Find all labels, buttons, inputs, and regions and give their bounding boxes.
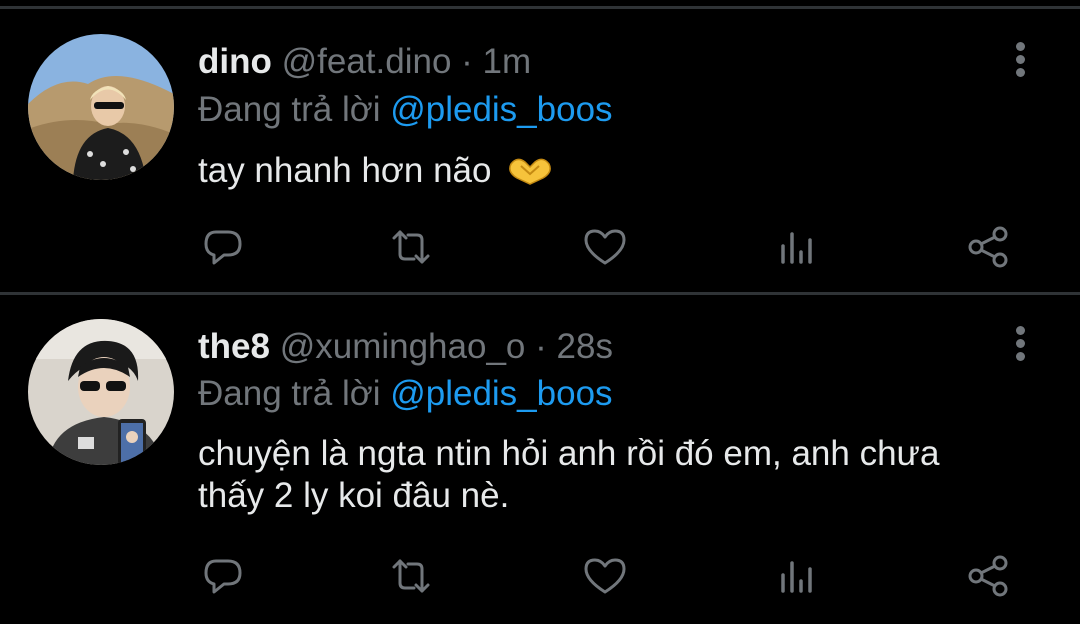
display-name[interactable]: dino [198, 42, 272, 81]
reply-prefix: Đang trả lời [198, 90, 381, 129]
reply-mention-link[interactable]: @pledis_boos [390, 90, 612, 129]
reply-mention-link[interactable]: @pledis_boos [390, 374, 612, 413]
reply-context: Đang trả lời @pledis_boos [198, 376, 613, 411]
share-icon[interactable] [964, 551, 1014, 601]
reply-prefix: Đang trả lời [198, 374, 381, 413]
more-options-icon[interactable] [1006, 42, 1036, 82]
more-options-icon[interactable] [1006, 326, 1036, 366]
display-name[interactable]: the8 [198, 327, 270, 366]
analytics-icon[interactable] [771, 222, 821, 272]
like-icon[interactable] [580, 551, 630, 601]
retweet-icon[interactable] [386, 222, 436, 272]
reply-context: Đang trả lời @pledis_boos [198, 92, 613, 127]
timestamp[interactable]: 28s [557, 327, 613, 366]
tweet-text-line: thấy 2 ly koi đâu nè. [198, 476, 510, 515]
separator: · [535, 327, 547, 366]
tweet-text-line: tay nhanh hơn não [198, 151, 492, 190]
action-bar [0, 551, 1080, 601]
tweet-text: chuyện là ngta ntin hỏi anh rồi đó em, a… [198, 433, 1048, 517]
reply-icon[interactable] [198, 551, 248, 601]
tweet-1[interactable]: dino @feat.dino · 1m Đang trả lời @pledi… [0, 0, 1080, 292]
action-bar [0, 222, 1080, 272]
avatar[interactable] [28, 319, 174, 465]
analytics-icon[interactable] [771, 551, 821, 601]
share-icon[interactable] [964, 222, 1014, 272]
retweet-icon[interactable] [386, 551, 436, 601]
tweet-header: the8 @xuminghao_o · 28s [198, 329, 613, 364]
user-handle[interactable]: @xuminghao_o [280, 327, 526, 366]
tweet-text-line: chuyện là ngta ntin hỏi anh rồi đó em, a… [198, 434, 940, 473]
user-handle[interactable]: @feat.dino [282, 42, 452, 81]
timestamp[interactable]: 1m [483, 42, 532, 81]
tweet-header: dino @feat.dino · 1m [198, 44, 531, 79]
reply-icon[interactable] [198, 222, 248, 272]
tweet-2[interactable]: the8 @xuminghao_o · 28s Đang trả lời @pl… [0, 295, 1080, 624]
heart-hands-emoji [509, 158, 552, 185]
tweet-text: tay nhanh hơn não [198, 150, 1048, 192]
like-icon[interactable] [580, 222, 630, 272]
avatar[interactable] [28, 34, 174, 180]
separator: · [461, 42, 473, 81]
